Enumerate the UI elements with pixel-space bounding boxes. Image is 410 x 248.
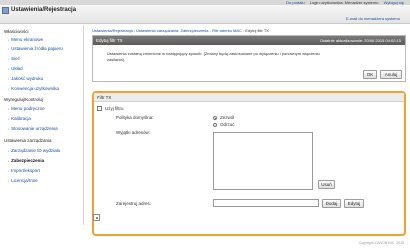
sidebar-heading-management: Ustawienia zarządzania xyxy=(4,138,52,143)
address-exceptions-list[interactable] xyxy=(213,132,313,190)
sidebar-heading-preferences: Właściwości xyxy=(4,29,29,34)
ok-button[interactable]: OK xyxy=(363,70,377,79)
default-policy-label: Polityka domyślna: xyxy=(116,115,154,120)
page-title: Ustawienia/Rejestracja xyxy=(11,7,77,13)
restart-notice: Ustawienia zostaną zmienione w następują… xyxy=(107,51,320,62)
sidebar-item-license[interactable]: Licencja/Inne xyxy=(8,178,38,183)
tx-filter-panel: Filtr TX Użyj filtru Polityka domyślna: … xyxy=(92,91,406,236)
breadcrumb-mac-filter[interactable]: Filtr adresu MAC xyxy=(212,28,242,33)
sidebar-item-import-export[interactable]: Import/eksport xyxy=(8,168,40,173)
sidebar-item-paper-source[interactable]: Ustawienia źródła papieru xyxy=(8,46,63,51)
register-address-label: Zarejestruj adres: xyxy=(116,201,152,206)
reject-label: Odrzuć xyxy=(220,122,235,127)
panel-header: Edytuj filtr TX Ostatnie aktualizowanie:… xyxy=(93,36,405,45)
cancel-button[interactable]: Anuluj xyxy=(380,70,402,79)
breadcrumb-current: Edytuj filtr TX xyxy=(245,28,269,33)
reject-radio[interactable] xyxy=(213,123,217,127)
sidebar-item-shortcut-menu[interactable]: Menu podręczne xyxy=(8,106,45,111)
breadcrumb-security[interactable]: Ustawienia zarządzania: Zabezpieczenia xyxy=(136,28,208,33)
sidebar: Właściwości Menu ekranowe Ustawienia źró… xyxy=(0,25,84,225)
sidebar-item-department-id[interactable]: Zarządzanie ID wydziału xyxy=(8,148,60,153)
sidebar-item-device-use[interactable]: Stosowanie urządzenia xyxy=(8,126,58,131)
edit-tx-filter-panel: Edytuj filtr TX Ostatnie aktualizowanie:… xyxy=(92,35,406,82)
sidebar-item-layout[interactable]: Układ xyxy=(8,66,23,71)
breadcrumb-root[interactable]: Ustawienia/Rejestracja xyxy=(92,28,133,33)
exceptions-label: Wyjątki adresów: xyxy=(116,130,150,135)
tx-filter-header: Filtr TX xyxy=(94,93,404,102)
sidebar-item-network[interactable]: Sieć xyxy=(8,56,20,61)
copyright: Copyright CANON INC. 2015 xyxy=(358,241,404,245)
header: Ustawienia/Rejestracja E-mail do menadże… xyxy=(0,5,410,24)
sidebar-item-print-quality[interactable]: Jakość wydruku xyxy=(8,76,43,81)
delete-button[interactable]: Usuń xyxy=(318,180,335,189)
settings-app-icon xyxy=(2,7,9,14)
sidebar-item-security[interactable]: Zabezpieczenia xyxy=(8,158,44,163)
panel-title: Edytuj filtr TX xyxy=(96,38,123,43)
edit-button[interactable]: Edytuj xyxy=(344,199,364,208)
sidebar-heading-adjust: Wyreguluj/Kontroluj xyxy=(4,97,43,102)
sidebar-item-user-conventions[interactable]: Konwencja użytkownika xyxy=(8,86,59,91)
allow-label: Zezwól xyxy=(220,115,235,120)
use-filter-checkbox[interactable] xyxy=(97,106,102,111)
sidebar-item-menu-display[interactable]: Menu ekranowe xyxy=(8,37,43,42)
page-top-icon[interactable] xyxy=(93,214,100,221)
register-address-input[interactable] xyxy=(213,199,319,207)
use-filter-label: Użyj filtru xyxy=(105,106,124,111)
breadcrumb: Ustawienia/Rejestracja : Ustawienia zarz… xyxy=(92,28,269,33)
sidebar-item-calibration[interactable]: Kalibracja xyxy=(8,116,31,121)
email-admin-link[interactable]: E-mail do menadżera systemu xyxy=(346,16,400,21)
allow-radio[interactable] xyxy=(213,116,217,120)
add-button[interactable]: Dodaj xyxy=(322,199,341,208)
last-updated-label: Ostatnie aktualizowanie: 20/06 2015 04:0… xyxy=(319,38,401,43)
